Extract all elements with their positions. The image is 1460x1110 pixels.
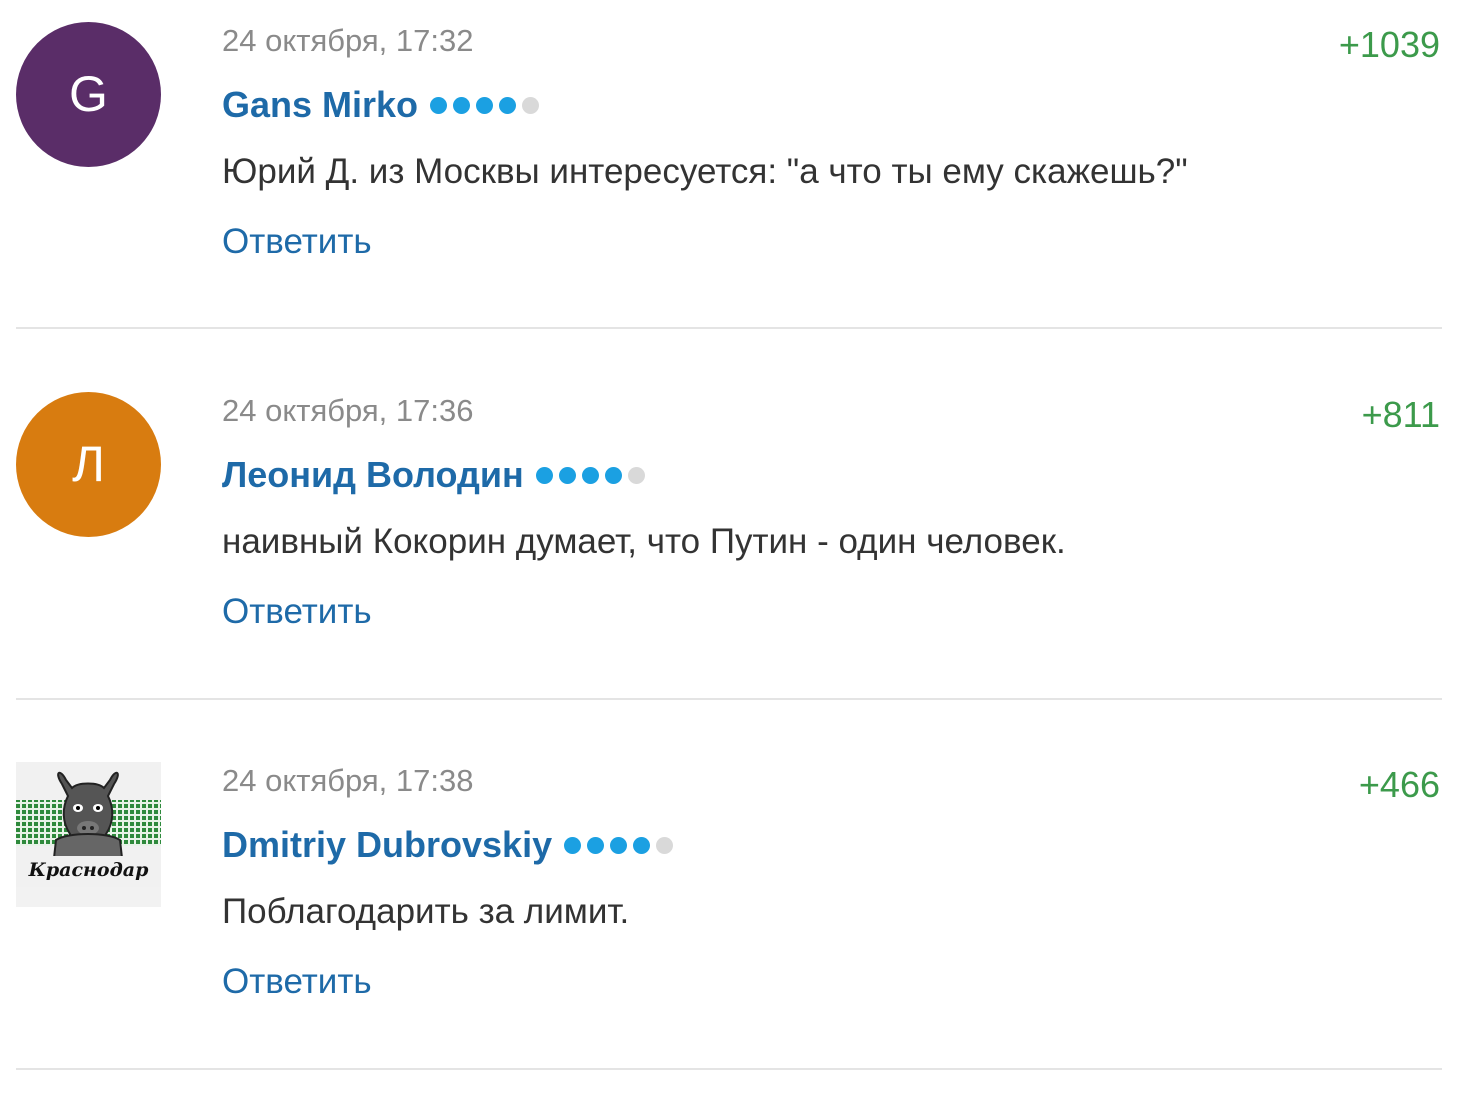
author-line: Dmitriy Dubrovskiy [222,822,679,868]
comment-text: Юрий Д. из Москвы интересуется: "а что т… [222,152,1188,191]
rank-dot [499,96,517,114]
comment-rating: +1039 [1338,24,1440,65]
avatar[interactable]: Краснодар [16,762,161,907]
rank-dot [604,466,622,484]
divider [16,327,1442,329]
rank-dots [430,96,545,114]
divider [16,698,1442,700]
rank-dot [587,836,605,854]
rank-dot [453,96,471,114]
rank-dot [430,96,448,114]
comment-text: Поблагодарить за лимит. [222,892,630,931]
comment-item: Краснодар 24 октября, 17:38 +466 Dmitriy… [0,740,1460,1110]
rank-dot [476,96,494,114]
rank-dots [564,836,679,854]
avatar[interactable]: Л [16,392,161,537]
reply-link[interactable]: Ответить [222,960,372,1004]
avatar[interactable]: G [16,22,161,167]
comment-rating: +811 [1361,394,1440,435]
rank-dot [558,466,576,484]
rank-dot [633,836,651,854]
avatar-logo-text: Краснодар [28,859,149,881]
comment-item: Л 24 октября, 17:36 +811 Леонид Володин … [0,370,1460,740]
comment-date: 24 октября, 17:32 [222,23,474,58]
reply-link[interactable]: Ответить [222,590,372,634]
comment-rating: +466 [1358,764,1440,805]
author-line: Леонид Володин [222,452,651,498]
author-link[interactable]: Gans Mirko [222,82,418,128]
rank-dot-empty [627,466,645,484]
author-link[interactable]: Dmitriy Dubrovskiy [222,822,552,868]
author-line: Gans Mirko [222,82,545,128]
rank-dots [535,466,651,484]
rank-dot-empty [522,96,540,114]
comment-text: наивный Кокорин думает, что Путин - один… [222,522,1066,561]
rank-dot [535,466,553,484]
comment-date: 24 октября, 17:38 [222,763,474,798]
reply-link[interactable]: Ответить [222,220,372,264]
rank-dot-empty [656,836,674,854]
rank-dot [564,836,582,854]
rank-dot [610,836,628,854]
rank-dot [581,466,599,484]
comment-date: 24 октября, 17:36 [222,393,474,428]
comment-item: G 24 октября, 17:32 +1039 Gans Mirko Юри… [0,0,1460,370]
divider [16,1068,1442,1070]
author-link[interactable]: Леонид Володин [222,452,524,498]
